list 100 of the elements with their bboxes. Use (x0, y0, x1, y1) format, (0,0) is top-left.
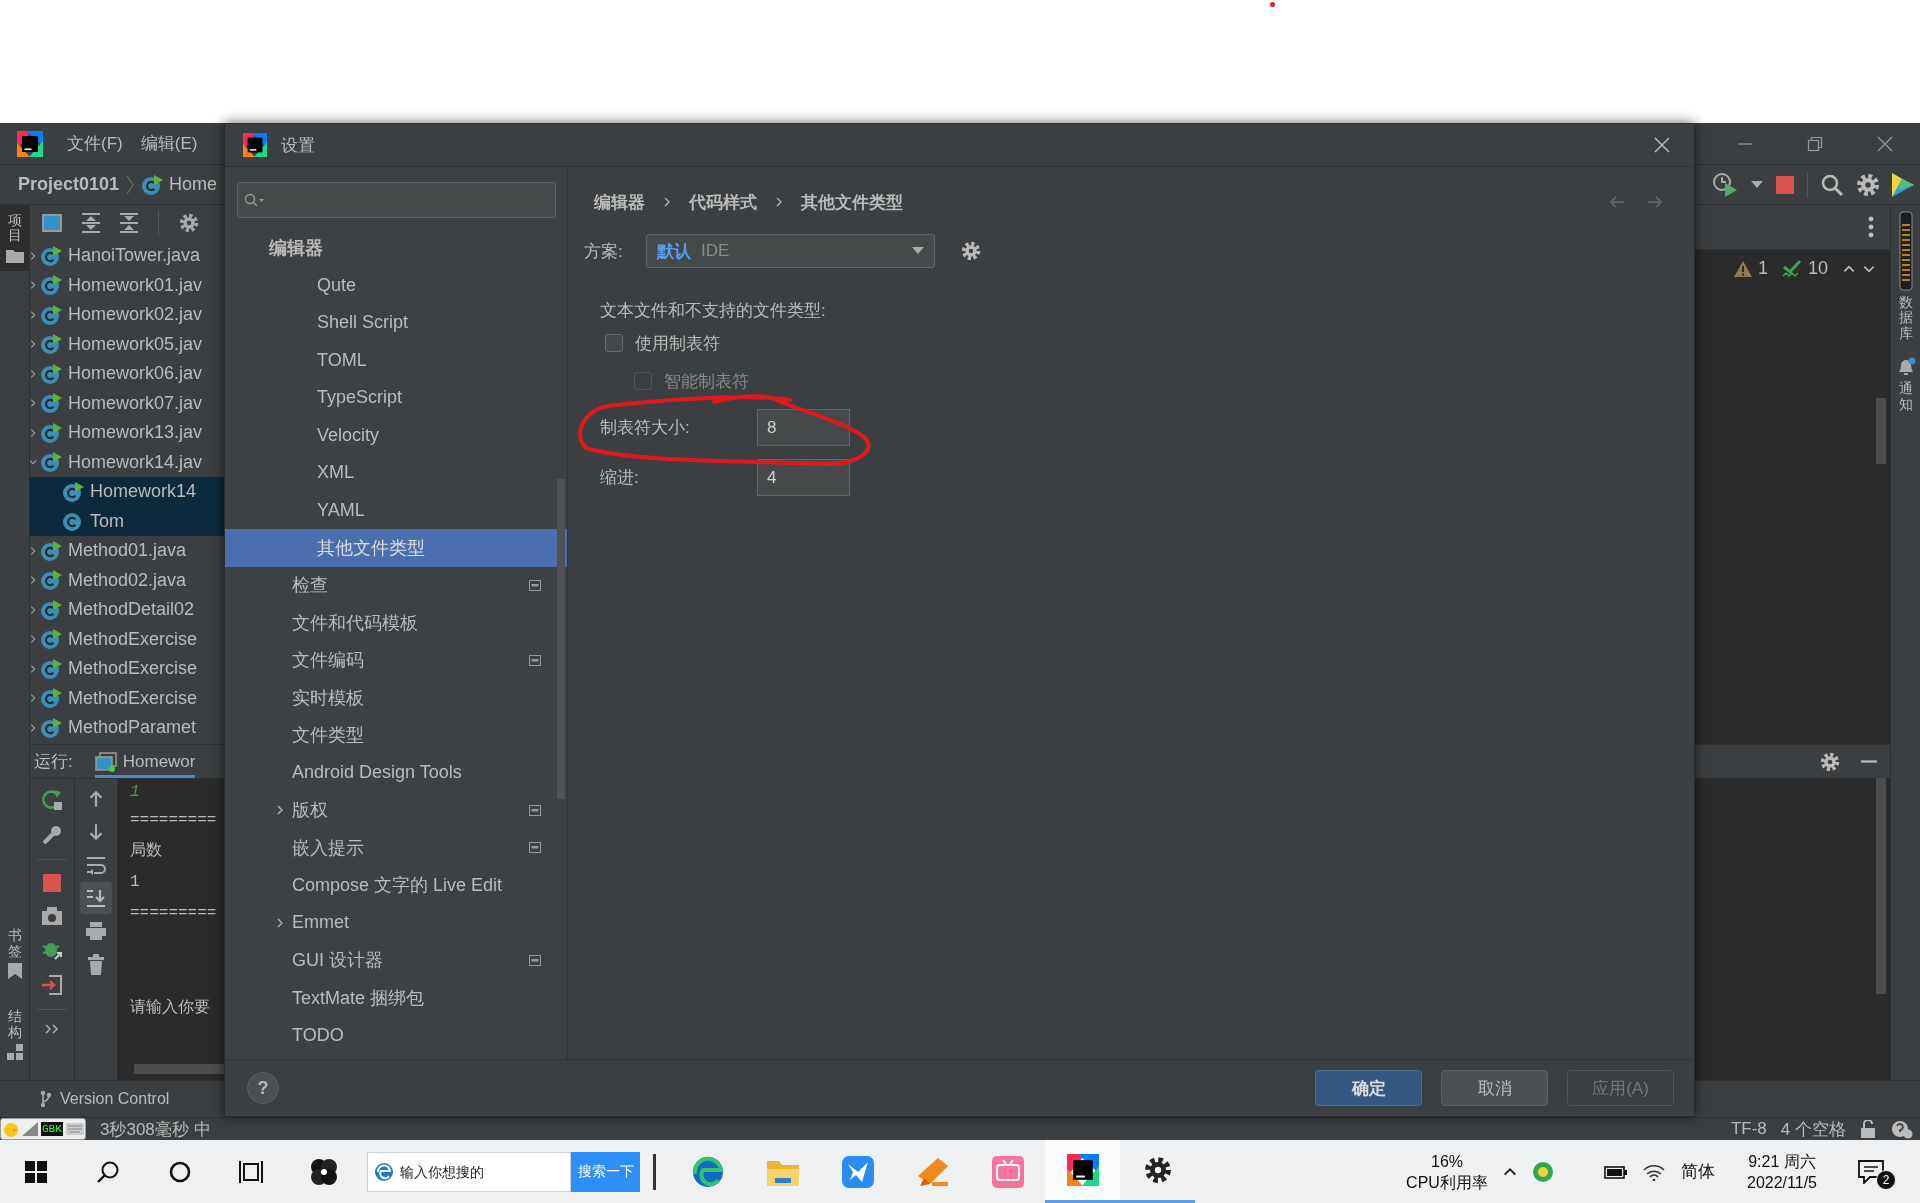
clock[interactable]: 9:21 周六 2022/11/5 (1724, 1150, 1840, 1193)
more-options-icon[interactable] (1868, 216, 1874, 238)
battery-icon[interactable] (1604, 1163, 1628, 1180)
settings-tree-item[interactable]: Shell Script (225, 304, 567, 342)
search-field[interactable] (237, 182, 556, 218)
settings-icon[interactable] (1856, 172, 1880, 197)
wifi-icon[interactable] (1643, 1162, 1665, 1181)
number-field[interactable]: 8 (757, 409, 850, 446)
scrollbar[interactable] (134, 1064, 224, 1074)
circle-icon[interactable] (168, 1159, 192, 1184)
project-tree-item[interactable]: MethodExercise (30, 683, 224, 713)
checkbox-label[interactable]: 使用制表符 (635, 331, 720, 355)
search-button[interactable]: 搜索一下 (571, 1151, 640, 1192)
breadcrumb-item[interactable]: 其他文件类型 (801, 190, 903, 214)
swirl-app-icon[interactable] (309, 1156, 339, 1187)
trash-icon[interactable] (87, 954, 105, 976)
chevron-right-icon[interactable] (30, 604, 38, 615)
chevron-right-icon[interactable] (30, 663, 38, 674)
chevron-right-icon[interactable] (30, 250, 38, 261)
close-button[interactable] (1654, 137, 1670, 153)
plugin-logo-icon[interactable] (1892, 172, 1914, 197)
taskbar-app-button[interactable] (1045, 1140, 1120, 1203)
settings-tree-item[interactable]: Compose 文字的 Live Edit (225, 866, 567, 904)
settings-tree-item[interactable]: TODO (225, 1016, 567, 1054)
settings-tree-item[interactable]: Velocity (225, 416, 567, 454)
unlock-icon[interactable] (1860, 1120, 1876, 1138)
exit-icon[interactable] (41, 974, 63, 996)
chevron-right-icon[interactable] (30, 280, 38, 291)
run-history-icon[interactable] (1711, 170, 1739, 199)
chevron-right-icon[interactable] (30, 427, 38, 438)
tool-window-button[interactable]: 通知 (1895, 357, 1916, 412)
help-button[interactable]: ? (247, 1072, 279, 1104)
project-tree-item[interactable]: Tom (30, 506, 224, 536)
menu-item[interactable]: 文件(F) (67, 132, 123, 155)
search-icon[interactable] (96, 1159, 120, 1184)
project-tree-item[interactable]: Method02.java (30, 565, 224, 595)
windows-start-icon[interactable] (25, 1160, 47, 1183)
encoding-indicator[interactable]: TF-8 (1730, 1119, 1767, 1139)
chevron-right-icon[interactable] (30, 575, 38, 586)
project-tree-item[interactable]: MethodParamet (30, 713, 224, 743)
scroll-to-end-button[interactable] (80, 882, 112, 914)
chevron-right-icon[interactable] (30, 339, 38, 350)
project-tree-item[interactable]: Homework07.jav (30, 388, 224, 418)
expand-all-icon[interactable] (82, 213, 100, 233)
chevron-right-icon[interactable] (274, 804, 286, 817)
breadcrumb-item[interactable]: Home (169, 174, 218, 195)
project-tree-item[interactable]: Homework14.jav (30, 447, 224, 477)
project-tree-item[interactable]: MethodDetail02 (30, 595, 224, 625)
settings-tree-item[interactable]: 版权 (225, 791, 567, 829)
settings-tree-item[interactable]: 文件和代码模板 (225, 604, 567, 642)
passed-count[interactable]: 10 (1807, 258, 1828, 279)
rerun-icon[interactable] (41, 789, 63, 811)
settings-tree-item[interactable]: Android Design Tools (225, 754, 567, 792)
settings-tree-item[interactable]: YAML (225, 491, 567, 529)
settings-tree-item[interactable]: GUI 设计器 (225, 941, 567, 979)
chevron-right-icon[interactable] (30, 398, 38, 409)
dropdown-caret-icon[interactable] (1751, 180, 1763, 189)
version-control-button[interactable]: Version Control (40, 1090, 170, 1108)
minimize-icon[interactable] (1860, 760, 1878, 763)
chevron-right-icon[interactable] (30, 368, 38, 379)
ok-button[interactable]: 确定 (1315, 1070, 1422, 1106)
tool-window-button[interactable]: 数据库 (1898, 211, 1913, 342)
project-tree-item[interactable]: HanoiTower.java (30, 241, 224, 271)
project-tree-item[interactable]: Homework01.jav (30, 270, 224, 300)
menu-item[interactable]: 编辑(E) (140, 132, 198, 155)
project-tree-item[interactable]: MethodExercise (30, 654, 224, 684)
chevron-right-icon[interactable] (30, 309, 38, 320)
settings-tree-item[interactable]: TextMate 捆绑包 (225, 979, 567, 1017)
input-method-indicator[interactable]: 简体 (1681, 1160, 1715, 1183)
camera-icon[interactable] (41, 906, 63, 926)
project-tree-item[interactable]: Homework13.jav (30, 418, 224, 448)
chevron-right-icon[interactable] (30, 634, 38, 645)
settings-tree-item[interactable]: Emmet (225, 904, 567, 942)
logo-icon[interactable] (17, 130, 43, 157)
print-icon[interactable] (85, 921, 107, 941)
tool-window-button[interactable]: 书签 (0, 920, 29, 988)
settings-tree-item[interactable]: 其他文件类型 (225, 529, 567, 567)
wrench-icon[interactable] (41, 824, 63, 846)
project-tree-item[interactable]: Homework02.jav (30, 300, 224, 330)
breadcrumb-item[interactable]: 代码样式 (689, 190, 757, 214)
project-tree-item[interactable]: Homework05.jav (30, 329, 224, 359)
notification-button[interactable]: 2 (1840, 1140, 1902, 1203)
settings-tree-item[interactable]: 文件编码 (225, 641, 567, 679)
more-icon[interactable] (45, 1023, 59, 1035)
checkbox[interactable] (605, 334, 623, 352)
dialog-button[interactable]: 取消 (1441, 1070, 1548, 1106)
soft-wrap-icon[interactable] (85, 855, 107, 875)
project-tree-item[interactable]: Homework06.jav (30, 359, 224, 389)
tool-window-button[interactable]: 结构 (0, 1001, 29, 1068)
project-tree-item[interactable]: Homework14 (30, 477, 224, 507)
chevron-right-icon[interactable] (30, 545, 38, 556)
stop-icon[interactable] (42, 873, 62, 893)
settings-icon[interactable] (961, 241, 981, 261)
chevron-right-icon[interactable] (30, 693, 38, 704)
settings-tree-item[interactable]: 实时模板 (225, 679, 567, 717)
settings-tree-item[interactable]: TypeScript (225, 379, 567, 417)
settings-icon[interactable] (179, 213, 199, 233)
scheme-dropdown[interactable]: 默认 IDE (646, 234, 935, 268)
scrollbar[interactable] (1876, 778, 1886, 994)
project-tree-item[interactable]: Method01.java (30, 536, 224, 566)
